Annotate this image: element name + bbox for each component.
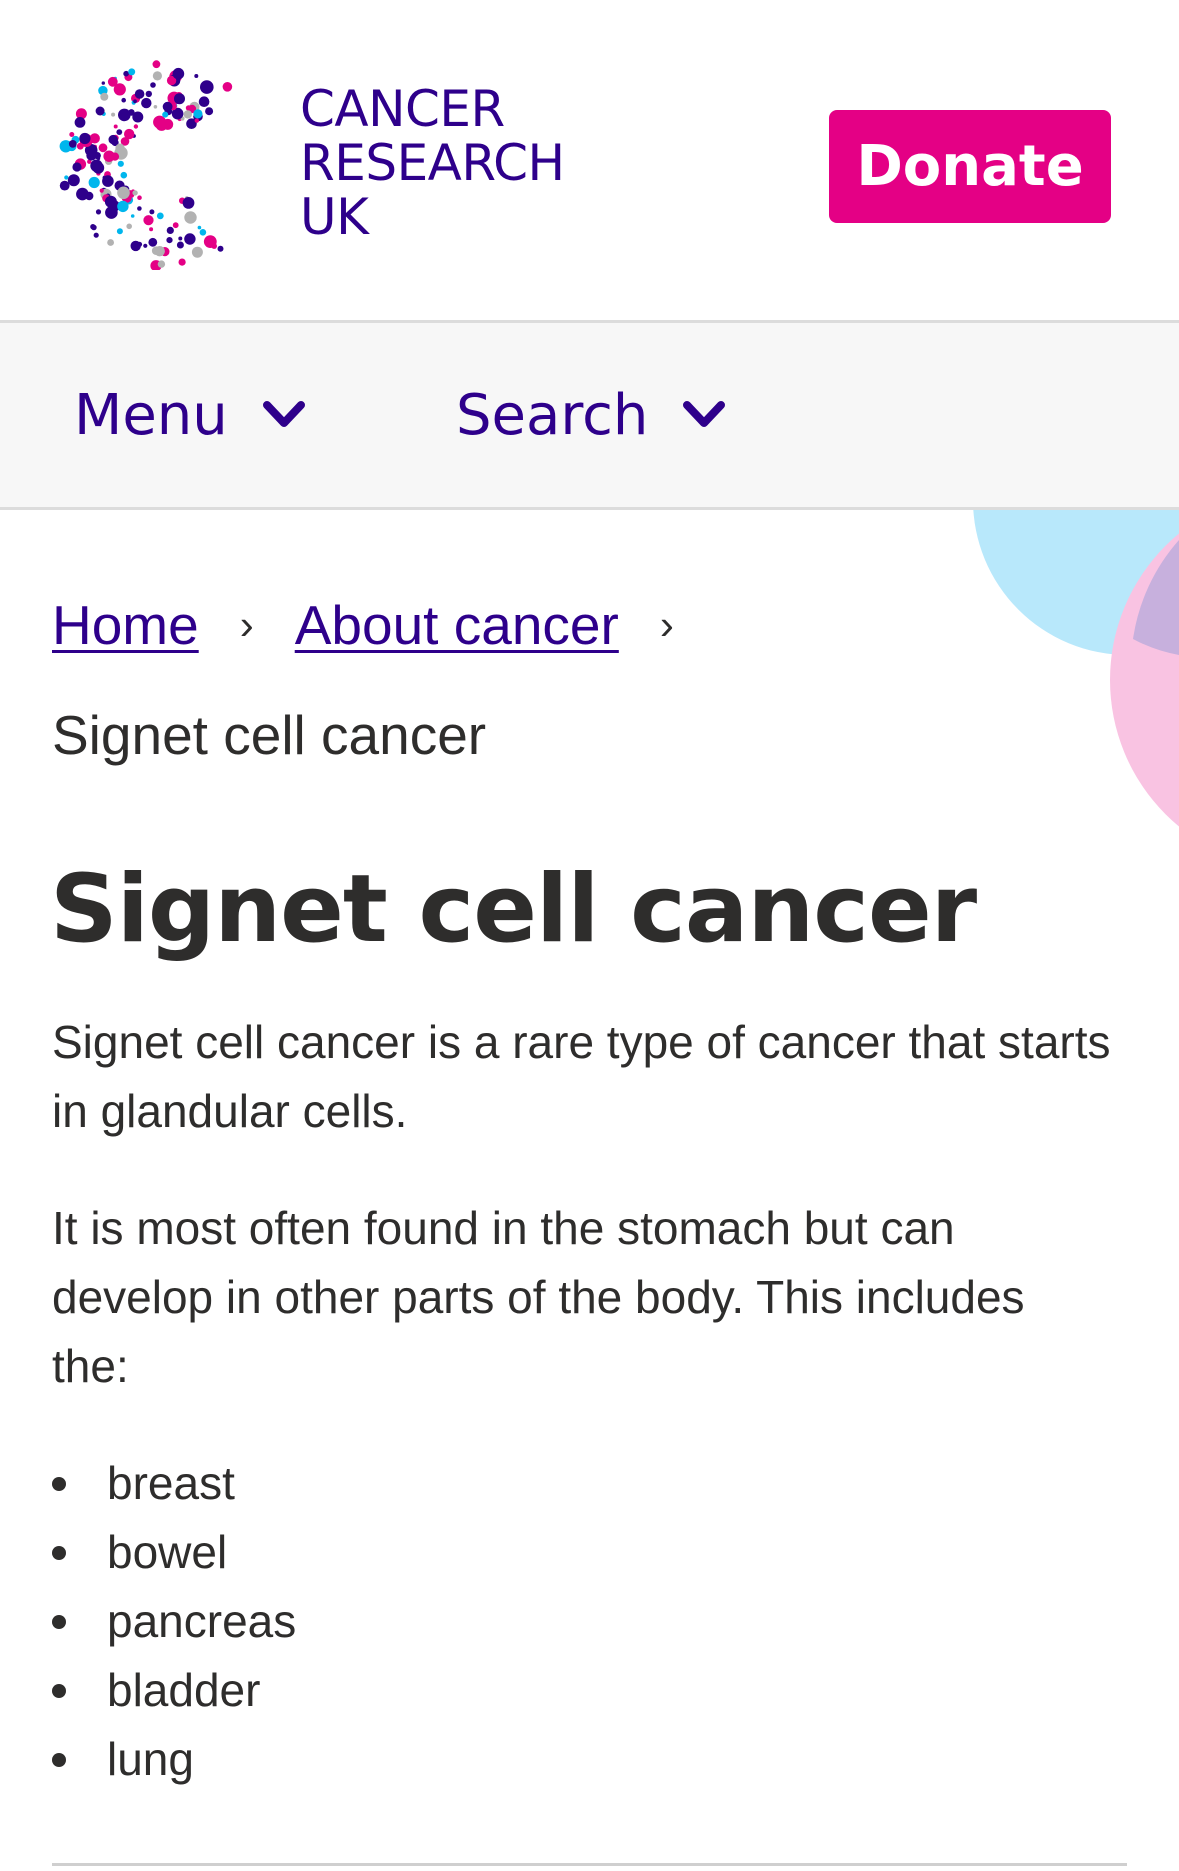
search-label: Search (456, 382, 649, 448)
list-item: pancreas (52, 1587, 296, 1656)
menu-toggle[interactable]: Menu (74, 323, 306, 507)
breadcrumb-home-link[interactable]: Home (52, 593, 199, 657)
body-parts-list: breast bowel pancreas bladder lung (52, 1449, 296, 1794)
list-item: bowel (52, 1518, 296, 1587)
menu-label: Menu (74, 382, 228, 448)
site-header: CANCER RESEARCH UK Donate (0, 0, 1179, 320)
cancer-research-uk-logo-icon (59, 60, 233, 270)
location-paragraph: It is most often found in the stomach bu… (52, 1202, 1025, 1392)
chevron-down-icon (683, 401, 726, 427)
search-toggle[interactable]: Search (456, 323, 726, 507)
breadcrumb-current: Signet cell cancer (52, 704, 487, 766)
list-item: lung (52, 1725, 296, 1794)
section-divider (52, 1863, 1127, 1866)
donate-button[interactable]: Donate (829, 110, 1111, 223)
chevron-down-icon (262, 401, 305, 427)
decorative-circles (973, 510, 1179, 827)
logo-line-research: RESEARCH (300, 134, 565, 192)
logo-line-cancer: CANCER (300, 80, 505, 138)
intro-paragraph: Signet cell cancer is a rare type of can… (52, 1016, 1111, 1137)
logo-wordmark: CANCER RESEARCH UK (300, 82, 565, 244)
list-item: bladder (52, 1656, 296, 1725)
breadcrumb-about-cancer-link[interactable]: About cancer (295, 593, 619, 657)
main-nav-bar: Menu Search (0, 320, 1179, 510)
breadcrumb-separator: › (239, 601, 254, 648)
breadcrumb: Home › About cancer › (52, 585, 715, 665)
breadcrumb-separator: › (659, 601, 674, 648)
page-title: Signet cell cancer (50, 855, 977, 964)
logo-line-uk: UK (300, 188, 369, 246)
list-item: breast (52, 1449, 296, 1518)
